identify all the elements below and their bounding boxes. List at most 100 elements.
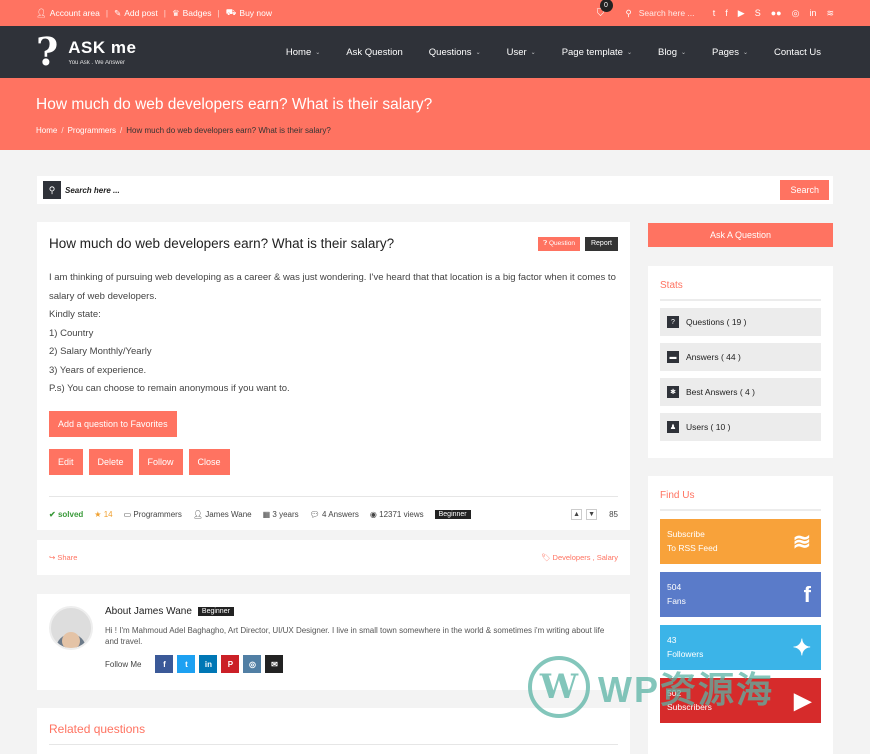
site-logo[interactable]: ? ASK me You Ask . We Answer: [36, 33, 136, 71]
separator: |: [163, 8, 167, 18]
pinterest-icon[interactable]: P: [221, 655, 240, 673]
find-facebook[interactable]: 504 Fans f: [660, 572, 821, 617]
top-links: 👤︎ Account area | ✎ Add post | ♛ Badges | ⛟…: [36, 7, 272, 19]
stat-questions[interactable]: ? Questions ( 19 ): [660, 308, 821, 336]
question-body: I am thinking of pursuing web developing…: [49, 269, 618, 399]
question-title: How much do web developers earn? What is…: [49, 236, 395, 251]
question-paragraph: I am thinking of pursuing web developing…: [49, 272, 616, 302]
question-type-badge[interactable]: ❓︎ Question: [538, 236, 580, 251]
stats-title: Stats: [660, 280, 821, 301]
vote-count: 85: [609, 510, 618, 519]
author-bio: Hi ! I'm Mahmoud Adel Baghagho, Art Dire…: [105, 626, 605, 646]
stat-best-answers[interactable]: ✱ Best Answers ( 4 ): [660, 378, 821, 406]
author-title: About James Wane Beginner: [105, 606, 618, 617]
avatar-figure: [62, 632, 80, 648]
nav-item-questions[interactable]: Questions ⌄: [416, 47, 494, 58]
add-to-favorites-button[interactable]: Add a question to Favorites: [49, 410, 177, 437]
top-link-badges[interactable]: ♛ Badges: [172, 8, 211, 19]
points: ★ 14: [94, 510, 113, 519]
delete-button[interactable]: Delete: [88, 448, 133, 475]
twitter-icon: ✦: [792, 634, 811, 660]
folder-icon: ▭: [123, 510, 134, 519]
author-badge: Beginner: [434, 510, 471, 519]
question-paragraph: 1) Country: [49, 327, 94, 339]
twitter-icon[interactable]: t: [713, 8, 716, 18]
breadcrumb: Home / Programmers / How much do web dev…: [36, 126, 834, 135]
chevron-down-icon: ⌄: [626, 49, 632, 56]
question-card: How much do web developers earn? What is…: [37, 222, 630, 530]
watermark-text: WP资源海: [598, 669, 774, 710]
trophy-icon: ♛: [172, 7, 180, 18]
breadcrumb-home[interactable]: Home: [36, 126, 57, 135]
chevron-down-icon: ⌄: [315, 49, 321, 56]
nav-item-blog[interactable]: Blog ⌄: [645, 47, 699, 58]
rss-icon: ≋: [792, 528, 811, 554]
separator: |: [217, 8, 220, 18]
linkedin-icon[interactable]: in: [809, 8, 816, 18]
search-icon: ⚲: [625, 7, 632, 18]
top-right: ⛉ 0 ⚲ Search here ... t f ▶ S ●● ◎ in ≋: [594, 0, 834, 20]
top-search[interactable]: ⚲ Search here ...: [626, 8, 703, 19]
comment-icon: ▬: [667, 351, 679, 363]
ask-question-button[interactable]: Ask A Question: [648, 223, 833, 247]
nav-item-contact-us[interactable]: Contact Us: [761, 47, 834, 58]
top-link-account[interactable]: 👤︎ Account area: [36, 8, 100, 19]
edit-button[interactable]: Edit: [49, 448, 83, 475]
breadcrumb-separator: /: [120, 126, 123, 135]
flickr-icon[interactable]: ●●: [771, 8, 782, 18]
close-button[interactable]: Close: [188, 448, 230, 475]
question-paragraph: 3) Years of experience.: [49, 364, 147, 376]
follow-button[interactable]: Follow: [138, 448, 183, 475]
post-tags[interactable]: 🏷︎ Developers , Salary: [541, 553, 618, 562]
thumbs-down-icon[interactable]: ▼: [586, 509, 598, 520]
stat-users[interactable]: ♟ Users ( 10 ): [660, 413, 821, 441]
main-header: ? ASK me You Ask . We Answer Home ⌄ Ask Q…: [0, 26, 870, 78]
question-paragraph: Kindly state:: [49, 309, 101, 320]
eye-icon: ◉: [369, 510, 380, 519]
nav-item-ask-question[interactable]: Ask Question: [333, 47, 416, 58]
stat-answers[interactable]: ▬ Answers ( 44 ): [660, 343, 821, 371]
facebook-icon[interactable]: f: [155, 655, 174, 673]
instagram-icon[interactable]: ◎: [792, 8, 800, 19]
pencil-icon: ✎: [114, 7, 122, 18]
chevron-down-icon: ⌄: [475, 49, 481, 56]
find-rss[interactable]: Subscribe To RSS Feed ≋: [660, 519, 821, 564]
asterisk-icon: ✱: [667, 386, 679, 398]
chevron-down-icon: ⌄: [742, 49, 748, 56]
vote-controls: ▲ ▼ 85: [571, 509, 618, 520]
rss-icon[interactable]: ≋: [826, 8, 834, 19]
nav-item-pages[interactable]: Pages ⌄: [699, 47, 761, 58]
nav-item-user[interactable]: User ⌄: [494, 47, 549, 58]
youtube-icon[interactable]: ▶: [738, 8, 745, 19]
author-badge: Beginner: [197, 607, 234, 616]
top-link-buy-now[interactable]: ⛟ Buy now: [226, 7, 272, 19]
cart-button[interactable]: ⛉ 0: [594, 0, 613, 20]
question-paragraph: P.s) You can choose to remain anonymous …: [49, 383, 290, 394]
breadcrumb-category[interactable]: Programmers: [68, 126, 116, 135]
category-link[interactable]: ▭ Programmers: [124, 510, 182, 519]
share-button[interactable]: ↪ Share: [49, 553, 77, 562]
facebook-icon[interactable]: f: [725, 8, 728, 18]
author-link[interactable]: 👤︎ James Wane: [193, 510, 252, 519]
logo-name: ASK me: [68, 38, 137, 57]
search-button[interactable]: Search: [780, 180, 829, 200]
answers-link[interactable]: 💬︎ 4 Answers: [310, 510, 359, 519]
thumbs-up-icon[interactable]: ▲: [571, 509, 583, 520]
search-input[interactable]: [65, 185, 781, 195]
nav-item-home[interactable]: Home ⌄: [273, 47, 333, 58]
wordpress-logo-icon: W: [528, 656, 590, 718]
avatar[interactable]: [49, 606, 93, 650]
top-link-add-post[interactable]: ✎ Add post: [114, 8, 158, 19]
question-mark-logo-icon: ?: [36, 29, 59, 74]
report-button[interactable]: Report: [584, 236, 618, 251]
skype-icon[interactable]: S: [755, 8, 761, 18]
linkedin-icon[interactable]: in: [199, 655, 218, 673]
top-search-input[interactable]: Search here ...: [639, 8, 703, 18]
breadcrumb-current: How much do web developers earn? What is…: [126, 126, 331, 135]
email-icon[interactable]: ✉: [265, 655, 284, 673]
stats-widget: Stats ? Questions ( 19 ) ▬ Answers ( 44 ) …: [648, 266, 833, 458]
twitter-icon[interactable]: t: [177, 655, 196, 673]
question-meta: ✔ solved ★ 14 ▭ Programmers 👤︎ James Wan…: [49, 496, 618, 520]
nav-item-page-template[interactable]: Page template ⌄: [549, 47, 645, 58]
instagram-icon[interactable]: ◎: [243, 655, 262, 673]
